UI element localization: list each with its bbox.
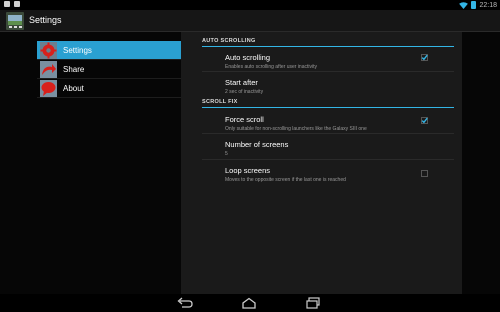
pref-summary: 2 sec of inactivity — [225, 89, 264, 95]
header-item-about[interactable]: About — [37, 79, 181, 98]
pref-summary: Only suitable for non-scrolling launcher… — [225, 126, 367, 132]
pref-title: Start after — [225, 78, 258, 87]
preferences-panel: AUTO SCROLLING Auto scrolling Enables au… — [181, 32, 462, 294]
header-item-share[interactable]: Share — [37, 60, 181, 79]
pref-divider — [202, 71, 454, 72]
loop-screens-checkbox[interactable] — [421, 170, 428, 177]
info-icon — [40, 79, 57, 97]
pref-auto-scrolling[interactable]: Auto scrolling Enables auto scrolling af… — [225, 53, 439, 70]
header-list: Settings Share About — [37, 41, 181, 98]
pref-summary: Moves to the opposite screen if the last… — [225, 177, 346, 183]
battery-icon — [471, 1, 477, 9]
recent-apps-icon[interactable] — [305, 297, 321, 309]
navigation-bar — [0, 294, 500, 312]
category-auto-scrolling: AUTO SCROLLING — [202, 38, 256, 44]
notification-icon — [4, 1, 10, 7]
category-divider — [202, 107, 454, 108]
gear-icon — [40, 41, 57, 59]
share-icon — [40, 60, 57, 78]
home-icon[interactable] — [241, 297, 257, 309]
settings-content: Settings Share About AUTO SCROLLING Auto… — [0, 32, 500, 294]
pref-divider — [202, 133, 454, 134]
header-item-label: About — [63, 83, 84, 93]
pref-summary: 5 — [225, 151, 228, 157]
pref-title: Number of screens — [225, 140, 289, 149]
pref-title: Loop screens — [225, 166, 271, 175]
pref-force-scroll[interactable]: Force scroll Only suitable for non-scrol… — [225, 115, 439, 132]
status-bar: 22:18 — [0, 0, 500, 10]
action-bar: Settings — [0, 10, 500, 32]
header-item-label: Share — [63, 64, 85, 74]
header-item-label: Settings — [63, 45, 92, 55]
category-divider — [202, 46, 454, 47]
header-item-settings[interactable]: Settings — [37, 41, 181, 60]
wifi-icon — [459, 1, 469, 9]
pref-title: Auto scrolling — [225, 53, 271, 62]
force-scroll-checkbox[interactable] — [421, 117, 428, 124]
pref-start-after[interactable]: Start after 2 sec of inactivity — [225, 78, 439, 95]
pref-loop-screens[interactable]: Loop screens Moves to the opposite scree… — [225, 166, 439, 183]
pref-divider — [202, 159, 454, 160]
notification-icons — [4, 1, 20, 7]
notification-icon — [14, 1, 20, 7]
action-bar-title: Settings — [29, 15, 62, 25]
pref-summary: Enables auto scrolling after user inacti… — [225, 64, 317, 70]
back-icon[interactable] — [177, 297, 193, 309]
category-scroll-fix: SCROLL FIX — [202, 99, 238, 105]
status-clock: 22:18 — [479, 1, 497, 9]
pref-number-of-screens[interactable]: Number of screens 5 — [225, 140, 439, 157]
auto-scrolling-checkbox[interactable] — [421, 54, 428, 61]
app-icon[interactable] — [6, 12, 24, 30]
pref-title: Force scroll — [225, 115, 264, 124]
